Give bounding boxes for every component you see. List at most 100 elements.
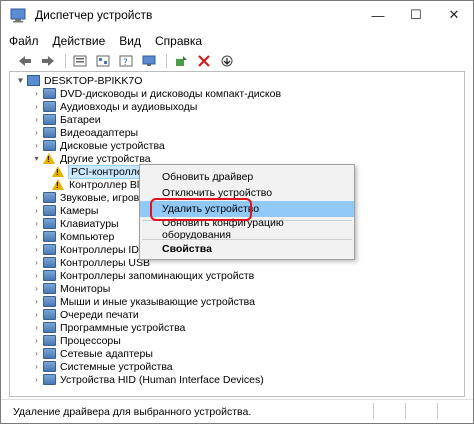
- tree-item-label: Программные устройства: [60, 321, 186, 334]
- tree-item-label: Камеры: [60, 204, 99, 217]
- expand-icon[interactable]: ›: [32, 310, 41, 319]
- window-title: Диспетчер устройств: [35, 8, 153, 22]
- menu-view[interactable]: Вид: [112, 34, 148, 48]
- expand-icon[interactable]: ›: [32, 206, 41, 215]
- tree-item-other-devices[interactable]: ▾! Другие устройства: [32, 152, 150, 165]
- tree-item-label: Мониторы: [60, 282, 111, 295]
- sound-device-icon: [43, 192, 56, 203]
- printer-icon: [43, 309, 56, 320]
- device-manager-app-icon: [9, 6, 27, 24]
- tree-item[interactable]: › Мыши и иные указывающие устройства: [32, 295, 255, 308]
- tree-item[interactable]: › Очереди печати: [32, 308, 139, 321]
- scan-hardware-icon[interactable]: [217, 53, 237, 69]
- usb-controller-icon: [43, 257, 56, 268]
- refresh-icon[interactable]: [93, 53, 113, 69]
- tree-subitem[interactable]: ! Контроллер Blue: [50, 178, 151, 191]
- maximize-button[interactable]: ☐: [397, 1, 435, 29]
- expand-icon[interactable]: ›: [32, 258, 41, 267]
- hid-device-icon: [43, 374, 56, 385]
- expand-icon[interactable]: ›: [32, 336, 41, 345]
- context-scan-hardware[interactable]: Обновить конфигурацию оборудования: [140, 217, 354, 241]
- tree-item[interactable]: › Устройства HID (Human Interface Devices…: [32, 373, 264, 386]
- expand-icon[interactable]: ›: [32, 219, 41, 228]
- tree-item[interactable]: › Системные устройства: [32, 360, 173, 373]
- properties-icon[interactable]: [70, 53, 90, 69]
- tree-item[interactable]: › Сетевые адаптеры: [32, 347, 153, 360]
- close-button[interactable]: ✕: [435, 1, 473, 29]
- expand-icon[interactable]: ›: [32, 193, 41, 202]
- update-driver-icon[interactable]: [171, 53, 191, 69]
- tree-root-label: DESKTOP-BPIKK7O: [44, 74, 143, 87]
- expand-icon[interactable]: ›: [32, 128, 41, 137]
- expand-icon[interactable]: ›: [32, 89, 41, 98]
- context-properties[interactable]: Свойства: [140, 241, 354, 257]
- menu-file[interactable]: Файл: [9, 34, 46, 48]
- tree-item[interactable]: › Компьютер: [32, 230, 114, 243]
- expand-icon[interactable]: ›: [32, 271, 41, 280]
- status-divider: [373, 403, 374, 419]
- expand-icon[interactable]: ›: [32, 284, 41, 293]
- software-device-icon: [43, 322, 56, 333]
- status-divider: [437, 403, 438, 419]
- dvd-drive-icon: [43, 88, 56, 99]
- warning-device-icon: !: [52, 166, 65, 177]
- device-manager-window: Диспетчер устройств — ☐ ✕ Файл Действие …: [0, 0, 474, 424]
- ide-controller-icon: [43, 244, 56, 255]
- tree-item[interactable]: › Дисковые устройства: [32, 139, 165, 152]
- menu-action[interactable]: Действие: [46, 34, 113, 48]
- tree-item[interactable]: › Аудиовходы и аудиовыходы: [32, 100, 197, 113]
- network-adapter-icon: [43, 348, 56, 359]
- minimize-button[interactable]: —: [359, 1, 397, 29]
- highlight-annotation: [150, 198, 252, 221]
- context-update-driver[interactable]: Обновить драйвер: [140, 169, 354, 185]
- expand-icon[interactable]: ›: [32, 245, 41, 254]
- context-divider: [142, 239, 352, 240]
- expand-icon[interactable]: ›: [32, 362, 41, 371]
- forward-icon[interactable]: [38, 53, 58, 69]
- status-text: Удаление драйвера для выбранного устройс…: [13, 405, 252, 418]
- menu-help[interactable]: Справка: [148, 34, 209, 48]
- speaker-icon: [43, 101, 56, 112]
- collapse-icon[interactable]: ▼: [16, 76, 25, 85]
- tree-item-label: Контроллеры USB: [60, 256, 150, 269]
- expand-icon[interactable]: ›: [32, 115, 41, 124]
- tree-item[interactable]: › DVD-дисководы и дисководы компакт-диско…: [32, 87, 281, 100]
- expand-icon[interactable]: ›: [32, 102, 41, 111]
- collapse-icon[interactable]: ▾: [32, 154, 41, 163]
- expand-icon[interactable]: ›: [32, 297, 41, 306]
- tree-item[interactable]: › Клавиатуры: [32, 217, 118, 230]
- expand-icon[interactable]: ›: [32, 375, 41, 384]
- tree-item-label: Процессоры: [60, 334, 121, 347]
- expand-icon[interactable]: ›: [32, 141, 41, 150]
- computer-icon: [43, 231, 56, 242]
- tree-item[interactable]: › Батареи: [32, 113, 101, 126]
- status-bar: Удаление драйвера для выбранного устройс…: [1, 399, 473, 423]
- tree-item-label: Сетевые адаптеры: [60, 347, 153, 360]
- help-icon[interactable]: ?: [116, 53, 136, 69]
- tree-item[interactable]: › Контроллеры запоминающих устройств: [32, 269, 254, 282]
- tree-item[interactable]: › Программные устройства: [32, 321, 185, 334]
- tree-item-label: DVD-дисководы и дисководы компакт-дисков: [60, 87, 282, 100]
- mouse-icon: [43, 296, 56, 307]
- tree-item[interactable]: › Процессоры: [32, 334, 121, 347]
- tree-root[interactable]: ▼ DESKTOP-BPIKK7O: [16, 74, 143, 87]
- battery-icon: [43, 114, 56, 125]
- tree-item[interactable]: › Видеоадаптеры: [32, 126, 138, 139]
- warning-device-icon: !: [43, 153, 56, 164]
- expand-icon[interactable]: ›: [32, 349, 41, 358]
- svg-text:?: ?: [123, 58, 128, 67]
- tree-item[interactable]: › Мониторы: [32, 282, 110, 295]
- disk-drive-icon: [43, 140, 56, 151]
- expand-icon[interactable]: ›: [32, 232, 41, 241]
- title-bar[interactable]: Диспетчер устройств — ☐ ✕: [1, 1, 473, 29]
- tree-item-label: Батареи: [60, 113, 101, 126]
- uninstall-icon[interactable]: [194, 53, 214, 69]
- tree-item-label: Аудиовходы и аудиовыходы: [60, 100, 198, 113]
- tree-item[interactable]: › Камеры: [32, 204, 98, 217]
- expand-icon[interactable]: ›: [32, 323, 41, 332]
- back-icon[interactable]: [15, 53, 35, 69]
- tree-item-label: Видеоадаптеры: [60, 126, 139, 139]
- monitor-icon[interactable]: [139, 53, 159, 69]
- tree-item[interactable]: › Контроллеры USB: [32, 256, 150, 269]
- warning-device-icon: !: [52, 179, 65, 190]
